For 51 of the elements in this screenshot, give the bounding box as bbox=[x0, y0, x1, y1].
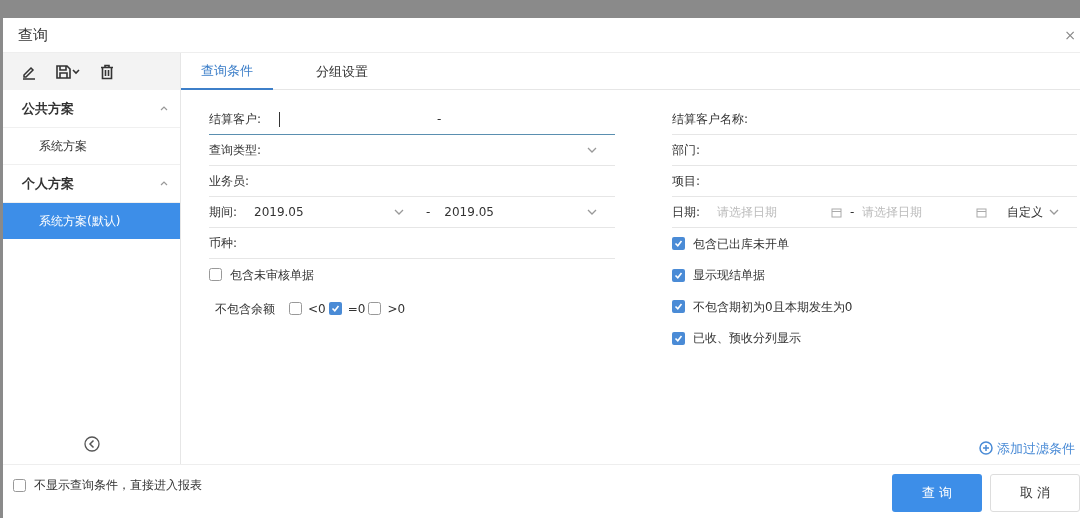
checkbox-label: 包含未审核单据 bbox=[230, 266, 314, 284]
scheme-item[interactable]: 系统方案 bbox=[3, 128, 180, 165]
chevron-down-icon[interactable] bbox=[587, 147, 597, 153]
range-dropdown[interactable]: 自定义 bbox=[1007, 203, 1060, 221]
input-field[interactable]: 项目: bbox=[672, 166, 1077, 197]
checkbox[interactable] bbox=[13, 478, 26, 492]
checkbox-label: 已收、预收分列显示 bbox=[693, 330, 801, 348]
collapse-icon[interactable] bbox=[83, 436, 100, 452]
input-field[interactable]: 查询类型: bbox=[209, 135, 615, 166]
checkbox[interactable] bbox=[672, 300, 685, 314]
input-field[interactable]: 结算客户: - bbox=[209, 104, 615, 135]
checkbox-label: 显示现结单据 bbox=[693, 267, 765, 285]
checkbox[interactable] bbox=[328, 302, 342, 315]
checkbox[interactable] bbox=[672, 237, 685, 251]
balance-label: 不包含余额 bbox=[215, 300, 275, 318]
checkbox[interactable] bbox=[289, 302, 302, 315]
input-field[interactable]: 业务员: bbox=[209, 166, 615, 197]
tab[interactable]: 分组设置 bbox=[273, 53, 411, 90]
option-label: <0 bbox=[308, 300, 326, 318]
tab[interactable]: 查询条件 bbox=[181, 53, 273, 90]
plus-circle-icon bbox=[979, 441, 993, 456]
option-label: =0 bbox=[347, 300, 366, 318]
checkbox[interactable] bbox=[368, 302, 382, 315]
chevron-up-icon[interactable] bbox=[160, 181, 168, 186]
calendar-icon bbox=[831, 206, 842, 218]
checkbox-label: 不显示查询条件，直接进入报表 bbox=[34, 477, 202, 494]
input-field[interactable]: 部门: bbox=[672, 135, 1077, 166]
group-header[interactable]: 公共方案 bbox=[22, 98, 74, 119]
calendar-icon bbox=[976, 206, 988, 218]
checkbox-label: 包含已出库未开单 bbox=[693, 235, 789, 253]
chevron-down-icon[interactable] bbox=[587, 209, 597, 215]
add-filter-link[interactable]: 添加过滤条件 bbox=[979, 438, 1075, 458]
input-field[interactable]: 币种: bbox=[209, 228, 615, 259]
input-field[interactable]: 期间: 2019.05 - 2019.05 bbox=[209, 197, 615, 228]
chevron-up-icon[interactable] bbox=[160, 106, 168, 111]
checkbox[interactable] bbox=[209, 268, 222, 281]
chevron-down-icon[interactable] bbox=[1049, 209, 1060, 215]
input-field[interactable]: 结算客户名称: bbox=[672, 104, 1077, 135]
save-icon[interactable] bbox=[55, 63, 81, 80]
cancel-button[interactable]: 取 消 bbox=[990, 474, 1080, 512]
option-label: >0 bbox=[387, 300, 406, 318]
checkbox[interactable] bbox=[672, 331, 685, 345]
trash-icon[interactable] bbox=[99, 63, 115, 80]
window-title: 查询 bbox=[18, 24, 48, 46]
date-separator: - bbox=[850, 204, 855, 221]
checkbox[interactable] bbox=[672, 268, 685, 282]
group-header[interactable]: 个人方案 bbox=[22, 173, 74, 194]
close-button[interactable]: × bbox=[1064, 28, 1076, 42]
checkbox-label: 不包含期初为0且本期发生为0 bbox=[693, 298, 853, 316]
chevron-down-icon[interactable] bbox=[394, 209, 404, 215]
field-label: 日期: bbox=[672, 204, 702, 221]
